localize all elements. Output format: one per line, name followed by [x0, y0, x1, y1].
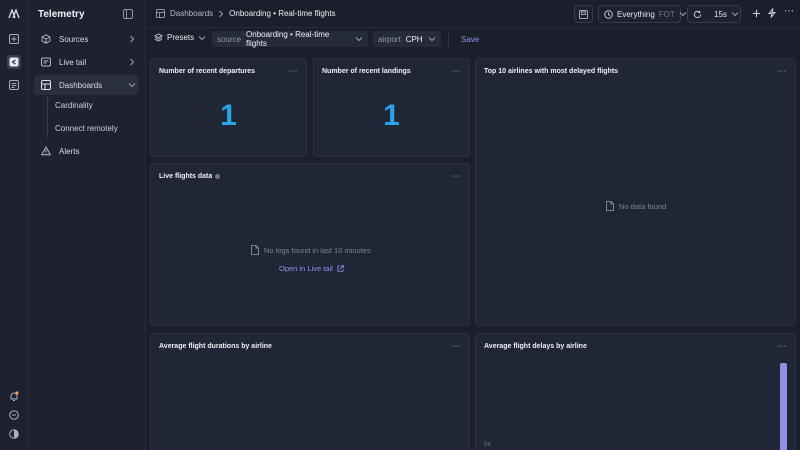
save-filters-link[interactable]: Save: [461, 35, 479, 44]
time-range-suffix: FOT: [658, 9, 675, 19]
icon-rail: [0, 0, 28, 450]
breadcrumb: Dashboards Onboarding • Real-time flight…: [156, 9, 336, 18]
panel-menu-icon[interactable]: ⋯: [452, 171, 462, 182]
file-icon: [251, 245, 259, 255]
refresh-interval-select[interactable]: 15s: [687, 5, 741, 23]
panel-title: Average flight delays by airline: [484, 343, 587, 350]
refresh-icon: [693, 10, 702, 19]
panel-title: Top 10 airlines with most delayed flight…: [484, 68, 619, 75]
sidebar-item-alerts[interactable]: Alerts: [34, 141, 138, 161]
add-panel-icon[interactable]: [7, 32, 21, 46]
empty-state: No logs found in last 10 minutes: [251, 245, 371, 255]
sidebar-item-sources[interactable]: Sources: [34, 29, 138, 49]
sidebar-item-live-tail[interactable]: Live tail: [34, 52, 138, 72]
chevron-right-icon: [126, 35, 138, 43]
sidebar-subitem-cardinality[interactable]: Cardinality: [55, 101, 93, 110]
empty-state: No data found: [606, 201, 666, 211]
info-icon[interactable]: [215, 173, 221, 179]
panel-recent-landings: Number of recent landings ⋯ 1: [313, 58, 470, 157]
lightning-icon[interactable]: [768, 8, 776, 18]
chevron-right-icon: [126, 58, 138, 66]
sidebar-item-label: Sources: [59, 34, 89, 44]
save-icon: [579, 9, 588, 19]
filter-key: source: [217, 34, 242, 44]
chart-bar[interactable]: [780, 363, 787, 450]
filter-key: airport: [378, 34, 401, 44]
sidebar-item-dashboards[interactable]: Dashboards: [34, 75, 138, 95]
help-icon[interactable]: [7, 408, 21, 422]
chevron-down-icon: [355, 36, 363, 42]
app-title: Telemetry: [38, 9, 85, 20]
link-text: Open in Live tail: [279, 264, 333, 273]
panel-menu-icon[interactable]: ⋯: [452, 66, 462, 77]
more-options-icon[interactable]: ⋯: [784, 6, 794, 17]
panel-title: Average flight durations by airline: [159, 343, 272, 350]
open-live-tail-link[interactable]: Open in Live tail: [279, 264, 344, 273]
panel-title-text: Live flights data: [159, 173, 213, 180]
save-view-button[interactable]: [574, 5, 593, 23]
theme-toggle-icon[interactable]: [7, 427, 21, 441]
notes-icon[interactable]: [7, 78, 21, 92]
external-link-icon: [337, 265, 344, 272]
chevron-down-icon: [198, 35, 206, 41]
panel-menu-icon[interactable]: ⋯: [452, 341, 462, 352]
divider: [448, 33, 449, 47]
metric-value: 1: [383, 99, 400, 132]
file-icon: [606, 201, 614, 211]
panel-menu-icon[interactable]: ⋯: [778, 341, 788, 352]
clock-icon: [604, 9, 613, 19]
sidebar-item-label: Live tail: [59, 57, 87, 67]
top-bar: Dashboards Onboarding • Real-time flight…: [146, 0, 800, 28]
sidebar-subitem-connect-remotely[interactable]: Connect remotely: [55, 124, 118, 133]
chevron-right-icon: [218, 10, 224, 18]
refresh-interval-value: 15s: [714, 9, 727, 19]
chevron-down-icon: [679, 11, 687, 17]
panel-avg-flight-delays: Average flight delays by airline ⋯ 5K: [475, 333, 796, 450]
box-icon: [39, 34, 53, 44]
notifications-bell-icon[interactable]: [7, 389, 21, 403]
empty-state-text: No logs found in last 10 minutes: [264, 245, 371, 255]
breadcrumb-current: Onboarding • Real-time flights: [229, 9, 336, 18]
metric-value: 1: [220, 99, 237, 132]
collapse-sidebar-icon[interactable]: [123, 9, 133, 19]
chevron-down-icon: [126, 82, 138, 88]
panel-live-flights: Live flights data ⋯ No logs found in las…: [150, 163, 470, 326]
panel-title: Number of recent departures: [159, 68, 256, 75]
chevron-down-icon: [731, 11, 739, 17]
layers-icon: [154, 33, 163, 42]
add-icon[interactable]: [752, 9, 761, 18]
source-filter[interactable]: source Onboarding • Real-time flights: [212, 30, 368, 48]
filter-value: CPH: [405, 34, 423, 44]
panel-title: Live flights data: [159, 173, 221, 180]
panel-top-delayed-airlines: Top 10 airlines with most delayed flight…: [475, 58, 796, 326]
chevron-down-icon: [428, 36, 436, 42]
panel-recent-departures: Number of recent departures ⋯ 1: [150, 58, 307, 157]
sidebar-item-label: Alerts: [59, 146, 80, 156]
sidebar-item-label: Dashboards: [59, 80, 103, 90]
panel-menu-icon[interactable]: ⋯: [289, 66, 299, 77]
y-axis-tick: 5K: [484, 442, 492, 448]
dashboard-icon: [39, 80, 53, 90]
time-range-value: Everything: [617, 9, 655, 19]
time-range-select[interactable]: Everything FOT: [598, 5, 687, 23]
panel-title: Number of recent landings: [322, 68, 411, 75]
submenu-guide-line: [47, 96, 48, 138]
filter-value: Onboarding • Real-time flights: [246, 30, 330, 48]
panel-avg-flight-durations: Average flight durations by airline ⋯: [150, 333, 470, 450]
dashboard-icon: [156, 9, 165, 18]
panel-menu-icon[interactable]: ⋯: [778, 66, 788, 77]
empty-state-text: No data found: [619, 201, 667, 211]
logo-icon[interactable]: [7, 7, 21, 21]
live-tail-icon: [39, 57, 53, 67]
alert-icon: [39, 146, 53, 156]
presets-dropdown[interactable]: Presets: [154, 33, 206, 42]
presets-label: Presets: [167, 33, 195, 42]
filter-bar: Presets source Onboarding • Real-time fl…: [146, 29, 800, 51]
breadcrumb-item[interactable]: Dashboards: [170, 9, 213, 18]
airport-filter[interactable]: airport CPH: [373, 31, 441, 47]
telemetry-icon[interactable]: [7, 55, 21, 69]
sidebar: Telemetry Sources Live tail Dashboards C…: [28, 0, 146, 450]
